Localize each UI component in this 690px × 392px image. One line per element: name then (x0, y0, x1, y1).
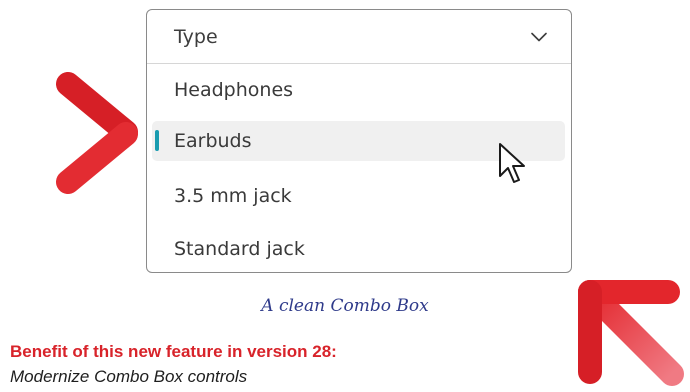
option-standard-jack[interactable]: Standard jack (147, 229, 571, 269)
mouse-cursor-icon (499, 143, 525, 183)
arrow-right-icon (10, 72, 138, 194)
combo-box-header[interactable]: Type (147, 10, 571, 64)
benefit-description: Modernize Combo Box controls (10, 367, 248, 386)
option-label: Standard jack (174, 238, 305, 260)
selection-indicator (155, 130, 159, 151)
option-label: Earbuds (174, 130, 252, 152)
combo-box[interactable]: Type Headphones Earbuds 3.5 mm jack Stan… (146, 9, 572, 273)
benefit-title: Benefit of this new feature in version 2… (10, 342, 337, 361)
option-label: 3.5 mm jack (174, 185, 292, 207)
combo-box-label: Type (174, 26, 218, 48)
option-headphones[interactable]: Headphones (147, 70, 571, 110)
option-label: Headphones (174, 79, 294, 101)
caption: A clean Combo Box (261, 296, 429, 316)
arrow-up-left-icon (578, 280, 684, 386)
chevron-down-icon[interactable] (531, 32, 547, 42)
